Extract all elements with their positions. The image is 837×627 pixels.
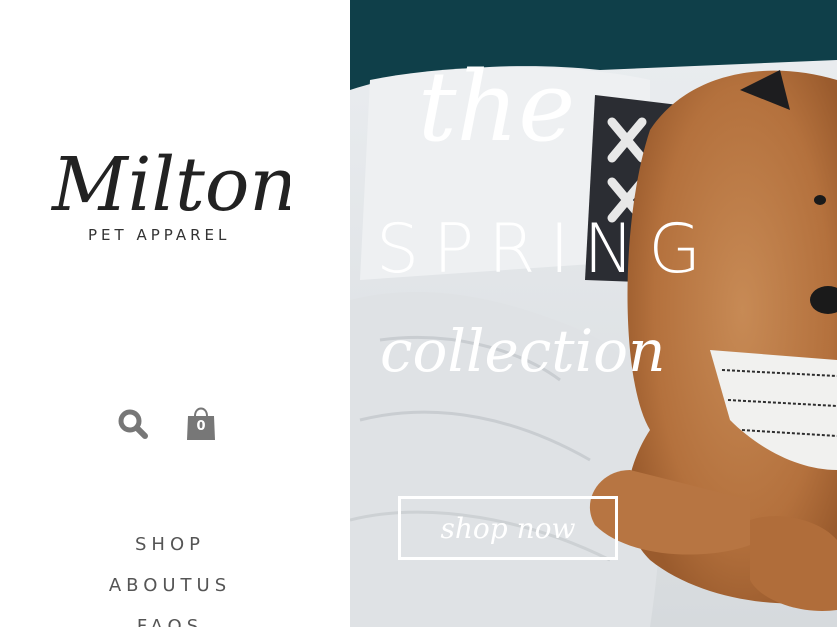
brand-logo[interactable]: Miltons PET APPAREL bbox=[50, 138, 290, 248]
shop-now-button[interactable]: shop now bbox=[398, 496, 618, 560]
cart-count: 0 bbox=[196, 419, 206, 434]
logo-script-text: Miltons bbox=[50, 142, 290, 228]
hero-heading-the: the bbox=[414, 30, 614, 200]
logo-tagline: PET APPAREL bbox=[88, 226, 231, 244]
sidebar: Miltons PET APPAREL 0 SHOP ABOUTUS FAQS bbox=[0, 0, 350, 627]
main-nav: SHOP ABOUTUS FAQS bbox=[0, 530, 340, 627]
hero-heading-collection: collection bbox=[378, 305, 678, 405]
search-icon[interactable] bbox=[116, 407, 150, 441]
shop-now-label: shop now bbox=[440, 511, 576, 545]
nav-item-faqs[interactable]: FAQS bbox=[0, 612, 340, 627]
hero-the-text: the bbox=[418, 51, 575, 163]
hero-heading-spring: SPRING bbox=[376, 210, 716, 289]
header-icons: 0 bbox=[116, 404, 226, 444]
shopping-bag-icon[interactable]: 0 bbox=[184, 404, 218, 444]
nav-item-about-us[interactable]: ABOUTUS bbox=[0, 571, 340, 612]
nav-item-shop[interactable]: SHOP bbox=[0, 530, 340, 571]
hero-banner[interactable]: the SPRING collection shop now bbox=[350, 0, 837, 627]
logo-script: Miltons bbox=[50, 138, 290, 228]
hero-collection-text: collection bbox=[380, 317, 665, 385]
